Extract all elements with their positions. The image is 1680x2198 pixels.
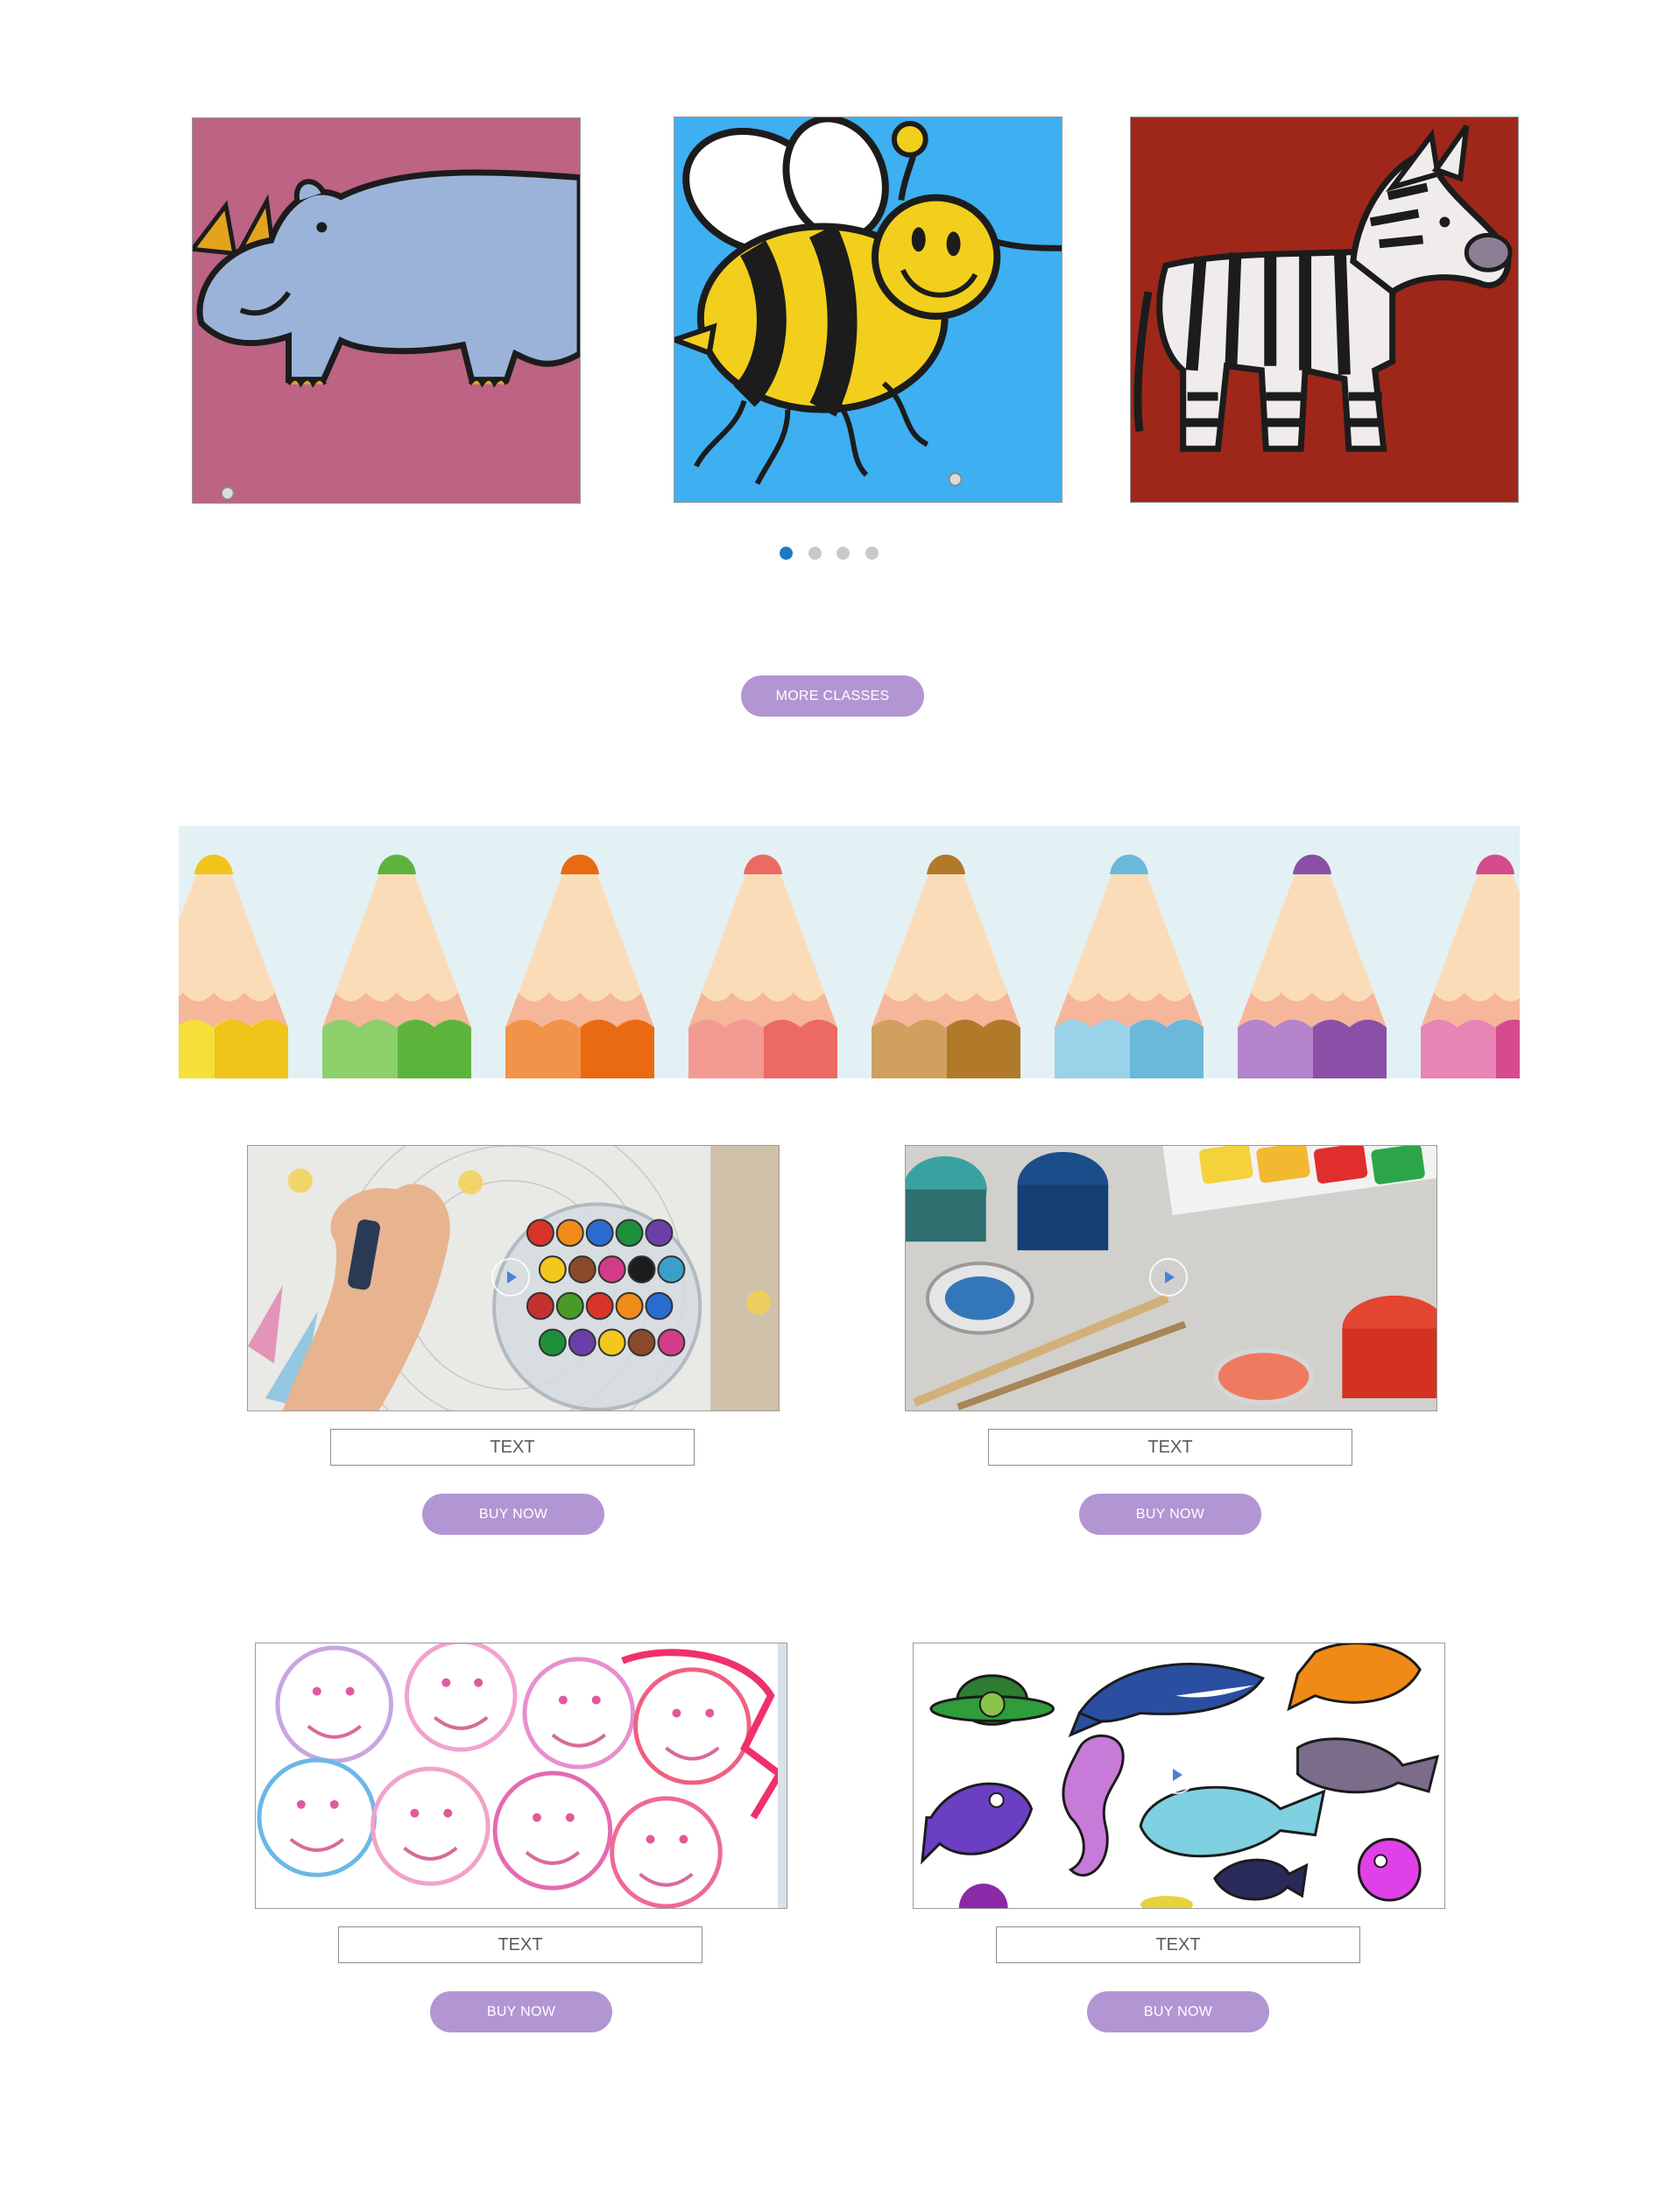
rhino-image [193, 118, 580, 503]
buy-now-button-2[interactable]: BUY NOW [1079, 1494, 1261, 1535]
product-image-kids-faces[interactable] [255, 1643, 787, 1909]
crayon-tip [657, 1255, 686, 1283]
colored-pencils-image [179, 826, 1520, 1078]
product-text-3: TEXT [338, 1926, 702, 1963]
crayon-tip [615, 1291, 644, 1320]
crayon-tip [627, 1328, 656, 1357]
video-play-icon[interactable] [1149, 1258, 1188, 1297]
video-play-icon[interactable] [1157, 1756, 1196, 1794]
product-text-1: TEXT [330, 1429, 695, 1466]
product-image-paints[interactable] [905, 1145, 1437, 1411]
video-play-icon[interactable] [491, 1258, 530, 1297]
crayon-tip [538, 1328, 567, 1357]
crayon-tip [615, 1219, 644, 1247]
crayon-tip [555, 1291, 584, 1320]
carousel-slide-rhino[interactable] [192, 117, 581, 504]
crayon-tip [597, 1328, 626, 1357]
buy-now-button-3[interactable]: BUY NOW [430, 1991, 612, 2032]
watercolor-faces-image [256, 1643, 787, 1908]
product-text-2: TEXT [988, 1429, 1352, 1466]
bee-image [674, 117, 1062, 502]
buy-now-button-4[interactable]: BUY NOW [1087, 1991, 1269, 2032]
zebra-image [1131, 117, 1518, 502]
product-image-crayons[interactable] [247, 1145, 780, 1411]
crayon-tip [555, 1219, 584, 1247]
crayon-tip [568, 1328, 596, 1357]
carousel-slide-bee[interactable] [674, 117, 1062, 503]
buy-now-button-1[interactable]: BUY NOW [422, 1494, 604, 1535]
crayon-tip [585, 1291, 614, 1320]
crayon-tip [627, 1255, 656, 1283]
crayon-tip [645, 1219, 674, 1247]
more-classes-button[interactable]: MORE CLASSES [741, 675, 924, 717]
crayon-tip [538, 1255, 567, 1283]
crayon-tip [526, 1291, 554, 1320]
crayon-tip [526, 1219, 554, 1247]
carousel-dot-4[interactable] [865, 547, 879, 560]
carousel-dot-3[interactable] [836, 547, 850, 560]
crayon-tip [585, 1219, 614, 1247]
carousel-dot-1[interactable] [780, 547, 793, 560]
crayon-tip [657, 1328, 686, 1357]
product-image-sea-animals[interactable] [913, 1643, 1445, 1909]
pencil-banner [179, 826, 1520, 1078]
product-text-4: TEXT [996, 1926, 1360, 1963]
carousel-dot-2[interactable] [808, 547, 822, 560]
crayon-tip [597, 1255, 626, 1283]
crayon-tip [568, 1255, 596, 1283]
crayon-tip [645, 1291, 674, 1320]
carousel-slide-zebra[interactable] [1130, 117, 1519, 503]
